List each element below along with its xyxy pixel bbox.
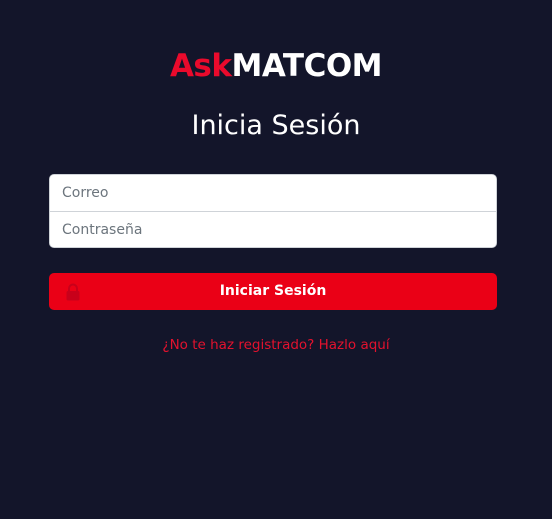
- password-field[interactable]: [50, 212, 496, 247]
- email-field[interactable]: [50, 175, 496, 211]
- credentials-group: [49, 174, 497, 248]
- login-button-label: Iniciar Sesión: [219, 283, 327, 299]
- page-title: Inicia Sesión: [191, 110, 361, 141]
- logo-ask: Ask: [169, 48, 232, 84]
- login-button[interactable]: Iniciar Sesión: [49, 273, 497, 310]
- lock-icon: [65, 283, 81, 301]
- register-link[interactable]: ¿No te haz registrado? Hazlo aquí: [162, 337, 389, 353]
- app-logo: AskMATCOM: [0, 47, 552, 85]
- register-prompt: ¿No te haz registrado? Hazlo aquí: [0, 336, 552, 354]
- logo-matcom: MATCOM: [231, 48, 383, 84]
